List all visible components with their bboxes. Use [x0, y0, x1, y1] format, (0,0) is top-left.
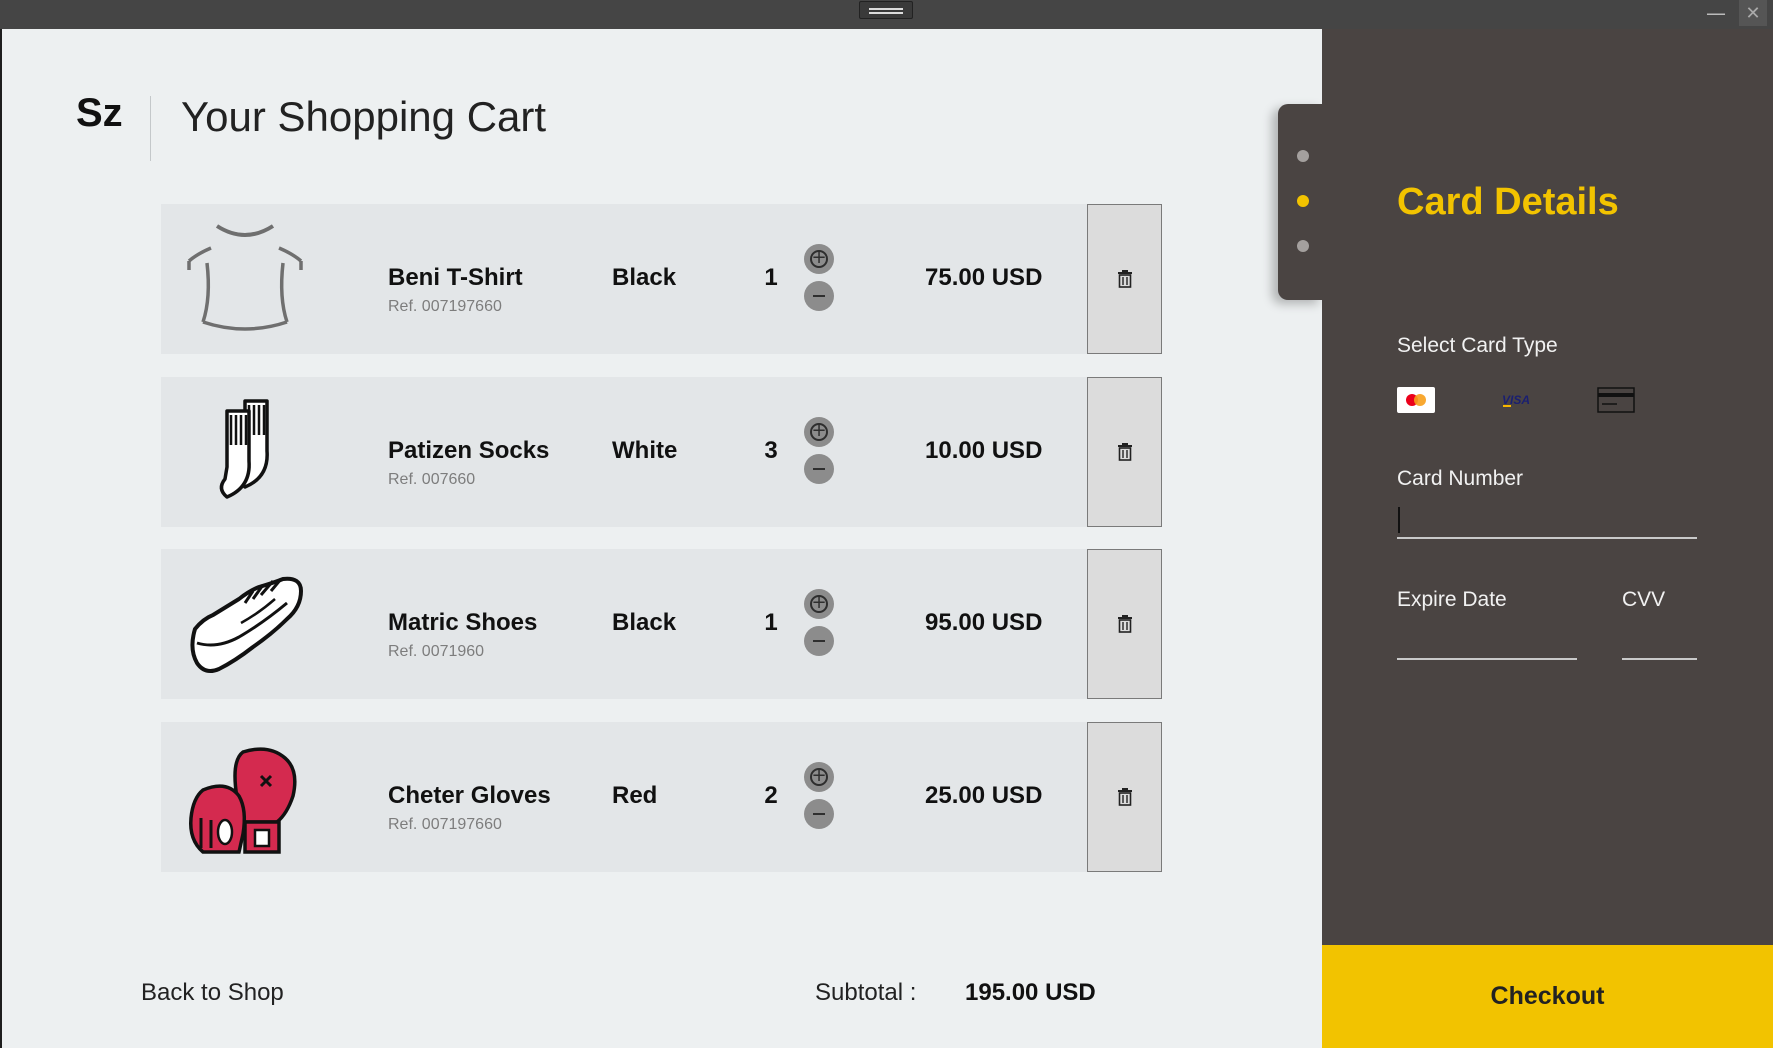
card-number-input[interactable]	[1397, 503, 1697, 539]
checkout-button[interactable]: Checkout	[1322, 945, 1773, 1048]
increase-quantity-button[interactable]	[804, 244, 834, 274]
svg-text:VISA: VISA	[1502, 393, 1530, 407]
item-name: Matric Shoes	[388, 609, 538, 636]
delete-item-button[interactable]	[1087, 722, 1162, 872]
trash-icon	[1117, 615, 1132, 633]
trash-icon	[1117, 443, 1132, 461]
cart-row: Patizen Socks Ref. 007660 White 3 10.00 …	[161, 377, 1163, 527]
page-title: Your Shopping Cart	[181, 93, 547, 140]
item-price: 25.00 USD	[925, 782, 1043, 809]
window-titlebar: — ✕	[0, 0, 1773, 29]
decrease-quantity-button[interactable]	[804, 454, 834, 484]
item-price: 95.00 USD	[925, 609, 1043, 636]
item-name: Beni T-Shirt	[388, 264, 523, 291]
mastercard-icon[interactable]	[1397, 387, 1435, 413]
select-card-type-label: Select Card Type	[1397, 334, 1558, 357]
socks-icon	[183, 391, 307, 513]
step-dot-active[interactable]	[1297, 195, 1309, 207]
minimize-icon[interactable]: —	[1702, 0, 1730, 26]
drag-handle-icon[interactable]	[859, 1, 913, 19]
generic-card-icon[interactable]	[1597, 387, 1635, 413]
card-number-label: Card Number	[1397, 467, 1524, 490]
subtotal-value: 195.00 USD	[965, 979, 1096, 1006]
close-icon[interactable]: ✕	[1739, 0, 1767, 26]
step-indicator	[1278, 104, 1324, 300]
item-color: Red	[612, 782, 658, 809]
decrease-quantity-button[interactable]	[804, 626, 834, 656]
cart-row: Beni T-Shirt Ref. 007197660 Black 1 75.0…	[161, 204, 1163, 354]
expire-date-label: Expire Date	[1397, 588, 1507, 611]
tshirt-icon	[183, 218, 307, 340]
item-ref: Ref. 007197660	[388, 298, 502, 315]
item-name: Patizen Socks	[388, 437, 550, 464]
delete-item-button[interactable]	[1087, 549, 1162, 699]
cart-row: Cheter Gloves Ref. 007197660 Red 2 25.00…	[161, 722, 1163, 872]
item-quantity: 1	[764, 609, 778, 636]
text-caret	[1398, 507, 1400, 533]
subtotal-label: Subtotal :	[815, 979, 917, 1006]
shoe-icon	[183, 563, 307, 685]
delete-item-button[interactable]	[1087, 204, 1162, 354]
boxing-gloves-icon	[183, 736, 307, 858]
item-ref: Ref. 007660	[388, 471, 476, 488]
item-color: Black	[612, 609, 677, 636]
item-color: Black	[612, 264, 677, 291]
increase-quantity-button[interactable]	[804, 762, 834, 792]
step-dot[interactable]	[1297, 150, 1309, 162]
trash-icon	[1117, 788, 1132, 806]
delete-item-button[interactable]	[1087, 377, 1162, 527]
cart-row: Matric Shoes Ref. 0071960 Black 1 95.00 …	[161, 549, 1163, 699]
visa-icon[interactable]: VISA	[1497, 387, 1535, 413]
cvv-label: CVV	[1622, 588, 1666, 611]
expire-date-input[interactable]	[1397, 624, 1577, 660]
item-name: Cheter Gloves	[388, 782, 551, 809]
back-to-shop-link[interactable]: Back to Shop	[141, 979, 284, 1007]
item-color: White	[612, 437, 678, 464]
trash-icon	[1117, 270, 1132, 288]
item-price: 10.00 USD	[925, 437, 1043, 464]
item-quantity: 1	[764, 264, 778, 291]
item-quantity: 2	[764, 782, 778, 809]
item-quantity: 3	[764, 437, 778, 464]
cvv-input[interactable]	[1622, 624, 1697, 660]
header-divider	[150, 96, 151, 161]
item-ref: Ref. 0071960	[388, 643, 485, 660]
cart-panel: Sz Your Shopping Cart Beni T-Shirt Ref. …	[2, 29, 1322, 1048]
step-dot[interactable]	[1297, 240, 1309, 252]
decrease-quantity-button[interactable]	[804, 799, 834, 829]
brand-logo: Sz	[76, 91, 123, 135]
item-price: 75.00 USD	[925, 264, 1043, 291]
item-ref: Ref. 007197660	[388, 816, 502, 833]
payment-panel: Card Details Select Card Type VISA Card …	[1322, 29, 1773, 1048]
increase-quantity-button[interactable]	[804, 589, 834, 619]
decrease-quantity-button[interactable]	[804, 281, 834, 311]
card-details-title: Card Details	[1397, 181, 1619, 223]
increase-quantity-button[interactable]	[804, 417, 834, 447]
